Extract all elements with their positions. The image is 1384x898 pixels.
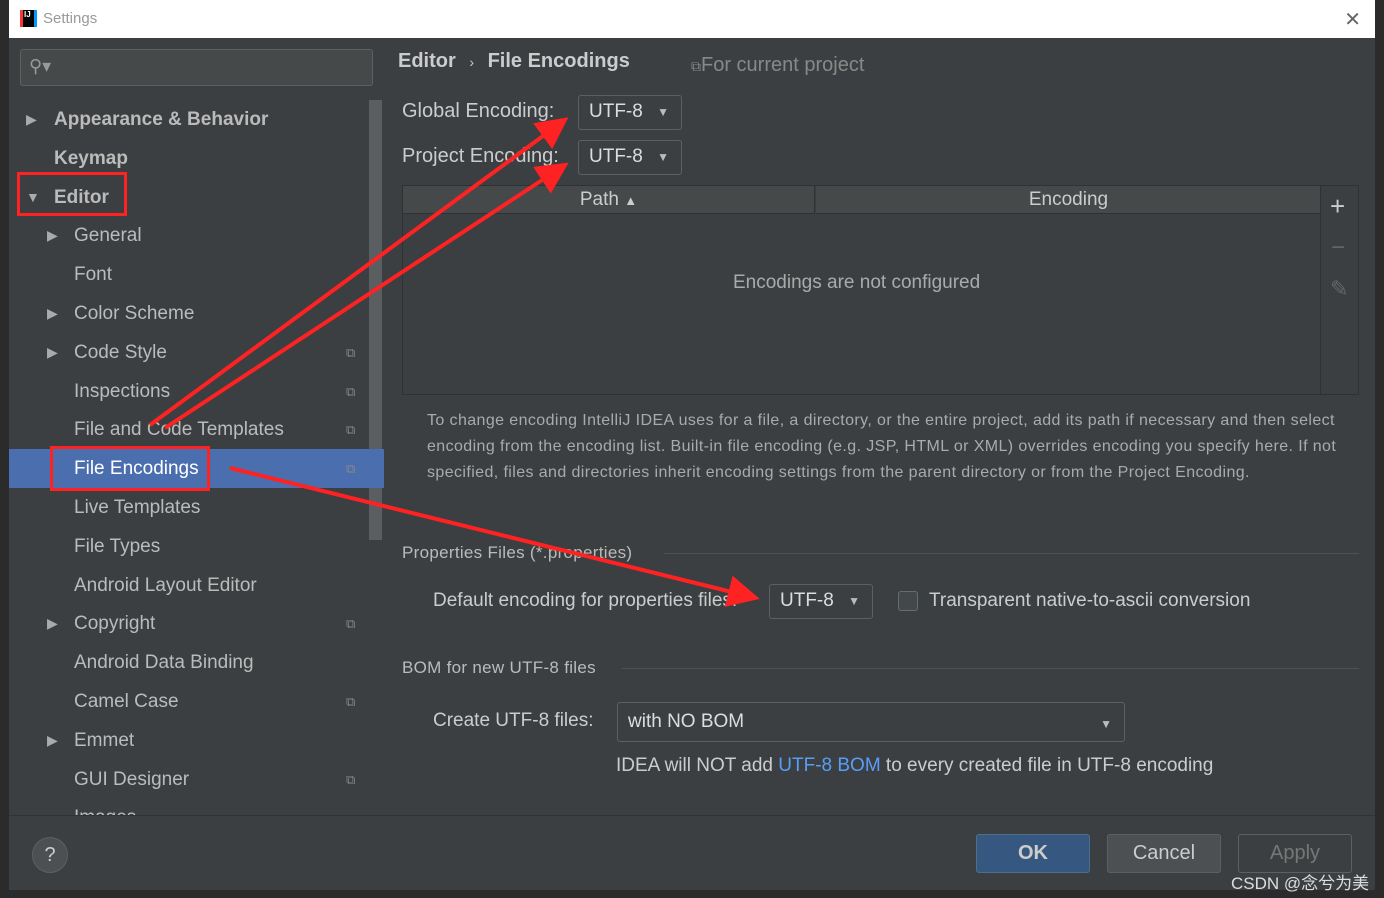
sidebar-item-camel-case[interactable]: Camel Case ⧉	[9, 682, 384, 721]
collapsed-arrow-icon[interactable]: ▶	[47, 333, 58, 372]
global-encoding-select[interactable]: UTF-8 ▼	[578, 95, 682, 130]
chevron-down-icon: ▼	[657, 150, 669, 164]
sidebar-item-gui-designer[interactable]: GUI Designer ⧉	[9, 760, 384, 799]
sidebar-item-label: Font	[74, 264, 113, 286]
collapsed-arrow-icon[interactable]: ▶	[47, 294, 58, 333]
project-copy-icon: ⧉	[346, 616, 356, 632]
breadcrumb-parent[interactable]: Editor	[398, 50, 456, 72]
ok-button[interactable]: OK	[976, 834, 1090, 873]
sidebar-item-live-templates[interactable]: Live Templates	[9, 488, 384, 527]
sidebar-item-label: Live Templates	[74, 497, 201, 518]
watermark: CSDN @念兮为美	[1231, 874, 1370, 893]
encoding-column-header[interactable]: Encoding	[816, 186, 1321, 214]
cancel-button[interactable]: Cancel	[1107, 834, 1221, 873]
dialog-footer: ? OK Cancel Apply	[9, 815, 1375, 890]
sidebar-item-color-scheme[interactable]: ▶ Color Scheme	[9, 294, 384, 333]
sidebar-item-label: File and Code Templates	[74, 419, 284, 441]
collapsed-arrow-icon[interactable]: ▶	[26, 100, 37, 139]
description-text: To change encoding IntelliJ IDEA uses fo…	[427, 412, 1337, 481]
scope-label: ⧉For current project	[691, 54, 865, 76]
sidebar-item-general[interactable]: ▶ General	[9, 216, 384, 255]
sidebar-item-label: GUI Designer	[74, 768, 190, 790]
path-column-header[interactable]: Path ▲	[403, 186, 815, 214]
utf8-bom-link[interactable]: UTF-8 BOM	[778, 755, 880, 776]
chevron-down-icon: ▼	[848, 594, 860, 608]
collapsed-arrow-icon[interactable]: ▶	[47, 216, 58, 255]
sidebar-item-emmet[interactable]: ▶ Emmet	[9, 721, 384, 760]
divider	[664, 553, 1359, 554]
close-icon[interactable]: ✕	[1344, 7, 1361, 32]
search-icon: ⚲▾	[29, 56, 52, 76]
project-copy-icon: ⧉	[346, 383, 356, 399]
properties-encoding-label: Default encoding for properties files:	[433, 590, 738, 611]
bom-section-title: BOM for new UTF-8 files	[402, 658, 596, 677]
title-bar: IJ Settings ✕	[9, 0, 1375, 38]
project-encoding-label: Project Encoding:	[402, 145, 559, 167]
breadcrumb: Editor › File Encodings	[398, 50, 630, 73]
sidebar: ⚲▾ ▶ Appearance & Behavior Keymap ▼ Editor ▶ G…	[9, 38, 384, 815]
sidebar-item-label: Color Scheme	[74, 303, 195, 324]
project-copy-icon: ⧉	[346, 344, 356, 360]
sidebar-item-android-data-binding[interactable]: Android Data Binding	[9, 643, 384, 682]
sidebar-item-label: Android Data Binding	[74, 652, 254, 674]
create-utf8-label: Create UTF-8 files:	[433, 710, 594, 731]
main-panel: Editor › File Encodings ⧉For current pro…	[384, 38, 1375, 815]
sidebar-item-label: Camel Case	[74, 691, 179, 712]
sort-ascending-icon: ▲	[624, 193, 638, 208]
sidebar-item-android-layout-editor[interactable]: Android Layout Editor	[9, 566, 384, 605]
collapsed-arrow-icon[interactable]: ▶	[47, 721, 58, 760]
help-button[interactable]: ?	[32, 837, 68, 873]
sidebar-item-copyright[interactable]: ▶ Copyright ⧉	[9, 604, 384, 643]
sidebar-item-label: File Types	[74, 535, 161, 557]
project-copy-icon: ⧉	[691, 58, 701, 74]
annotation-box-editor	[17, 172, 127, 216]
intellij-logo-icon: IJ	[20, 10, 37, 27]
window-title: Settings	[43, 10, 98, 27]
encodings-table: Path ▲ Encoding Encodings are not config…	[402, 185, 1359, 395]
chevron-down-icon: ▼	[657, 105, 669, 119]
transparent-conversion-label[interactable]: Transparent native-to-ascii conversion	[929, 590, 1250, 612]
sidebar-item-font[interactable]: Font	[9, 255, 384, 294]
project-copy-icon: ⧉	[346, 771, 356, 787]
add-icon[interactable]: +	[1330, 191, 1345, 222]
sidebar-item-label: Images	[74, 798, 136, 815]
remove-icon[interactable]: −	[1331, 234, 1345, 262]
apply-button[interactable]: Apply	[1238, 834, 1352, 873]
sidebar-item-inspections[interactable]: Inspections ⧉	[9, 372, 384, 411]
settings-dialog: IJ Settings ✕ ⚲▾ ▶ Appearance & Behavior K…	[9, 0, 1375, 890]
transparent-conversion-checkbox[interactable]	[898, 591, 918, 611]
sidebar-item-label: Inspections	[74, 380, 171, 402]
search-input[interactable]: ⚲▾	[20, 49, 373, 86]
sidebar-item-file-types[interactable]: File Types	[9, 527, 384, 566]
sidebar-item-label: Android Layout Editor	[74, 574, 257, 596]
sidebar-item-label: Appearance & Behavior	[54, 109, 269, 130]
project-encoding-select[interactable]: UTF-8 ▼	[578, 140, 682, 175]
chevron-down-icon: ▼	[1100, 717, 1112, 731]
bom-note: IDEA will NOT add UTF-8 BOM to every cre…	[616, 755, 1214, 776]
properties-section-title: Properties Files (*.properties)	[402, 543, 633, 562]
edit-icon[interactable]: ✎	[1330, 276, 1348, 302]
sidebar-item-label: Code Style	[74, 341, 167, 363]
breadcrumb-current: File Encodings	[487, 50, 630, 72]
sidebar-item-appearance-behavior[interactable]: ▶ Appearance & Behavior	[9, 100, 384, 139]
collapsed-arrow-icon[interactable]: ▶	[47, 604, 58, 643]
table-toolbar: + − ✎	[1320, 186, 1358, 394]
annotation-box-file-encodings	[50, 446, 210, 491]
project-copy-icon: ⧉	[346, 461, 356, 477]
sidebar-item-label: General	[74, 225, 142, 247]
sidebar-item-label: Copyright	[74, 613, 156, 635]
project-copy-icon: ⧉	[346, 422, 356, 438]
global-encoding-label: Global Encoding:	[402, 100, 555, 122]
properties-encoding-select[interactable]: UTF-8 ▼	[769, 584, 873, 619]
sidebar-item-code-style[interactable]: ▶ Code Style ⧉	[9, 333, 384, 372]
breadcrumb-separator: ›	[469, 54, 475, 70]
divider	[622, 668, 1359, 669]
sidebar-item-file-and-code-templates[interactable]: File and Code Templates ⧉	[9, 410, 384, 449]
create-utf8-select[interactable]: with NO BOM ▼	[617, 702, 1125, 742]
empty-table-text: Encodings are not configured	[733, 272, 981, 293]
sidebar-item-label: Emmet	[74, 729, 135, 751]
project-copy-icon: ⧉	[346, 694, 356, 709]
sidebar-item-images[interactable]: Images	[9, 798, 384, 815]
